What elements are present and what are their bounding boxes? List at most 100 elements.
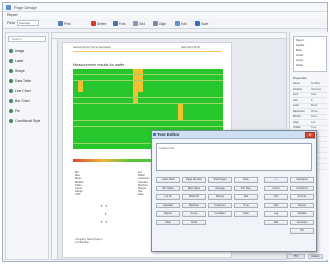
property-value[interactable]: Arial: [311, 93, 316, 96]
property-value[interactable]: 8: [311, 99, 312, 102]
property-value[interactable]: Absolute: [311, 88, 321, 91]
heatmap-cell: [113, 115, 118, 121]
list-item[interactable]: Footer: [296, 54, 304, 57]
list-item[interactable]: Body: [296, 49, 302, 52]
dialog-button[interactable]: Max Value: [182, 185, 206, 191]
report-title[interactable]: Measurement results for wafer: [73, 63, 124, 67]
dialog-button[interactable]: Constant: [290, 219, 314, 225]
dialog-button[interactable]: Variable: [290, 211, 314, 217]
dialog-button[interactable]: Functions: [290, 185, 314, 191]
dialog-button[interactable]: Clear: [156, 219, 180, 225]
property-row[interactable]: Align Left: [293, 121, 327, 126]
property-row[interactable]: Name TextBox: [293, 82, 327, 87]
sidebar-item-line-chart[interactable]: Line Chart: [9, 87, 31, 95]
sidebar-item-bar-chart[interactable]: Bar Chart: [9, 97, 30, 105]
menu-report[interactable]: Report: [7, 13, 18, 17]
property-row[interactable]: Position Absolute: [293, 88, 327, 93]
print-button[interactable]: Print: [58, 20, 71, 27]
section-list[interactable]: Report Header Body Footer Group Detail: [293, 36, 327, 72]
heatmap-cell: [183, 103, 188, 109]
list-item[interactable]: Header: [296, 44, 305, 47]
dialog-button[interactable]: Min Value: [156, 185, 180, 191]
stats-right-block[interactable]: Lot Wafer Customer Operator Machine Recipe Sit…: [138, 171, 149, 197]
heatmap-cell: [168, 92, 173, 98]
property-value[interactable]: True: [311, 126, 316, 129]
heatmap-cell: [203, 109, 208, 115]
list-item[interactable]: Detail: [296, 64, 303, 67]
heatmap-cell: [168, 103, 173, 109]
dialog-button[interactable]: Unit: [264, 194, 288, 200]
dialog-button[interactable]: + / -: [264, 177, 288, 183]
dialog-button[interactable]: Count: [264, 185, 288, 191]
editor-textarea[interactable]: Custom text: [156, 143, 312, 171]
dialog-button[interactable]: Wafer ID: [182, 194, 206, 200]
dialog-button[interactable]: Time: [234, 202, 258, 208]
heatmap-cell: [93, 115, 98, 121]
dialog-button[interactable]: Round: [290, 202, 314, 208]
dialog-button[interactable]: Customer: [208, 202, 232, 208]
dialog-button[interactable]: Group: [182, 211, 206, 217]
dialog-button[interactable]: Total Pages: [208, 177, 232, 183]
heatmap-cell: [178, 80, 183, 86]
stats-left-block[interactable]: Min Max Mean Median Stdev Count Range CPK: [75, 171, 84, 197]
edit-button[interactable]: Edit: [175, 20, 187, 27]
heatmap-cell: [148, 115, 153, 121]
dialog-button[interactable]: Recipe: [208, 194, 232, 200]
heatmap-cell: [138, 126, 143, 132]
heatmap-cell: [83, 120, 88, 126]
property-value[interactable]: Black: [311, 104, 317, 107]
property-row[interactable]: Font Arial: [293, 93, 327, 98]
sidebar-item-shape[interactable]: Shape: [9, 67, 25, 75]
font-button[interactable]: Font: [113, 20, 125, 27]
grid-button[interactable]: Grid: [133, 20, 145, 27]
property-value[interactable]: Left: [311, 121, 315, 124]
dialog-button[interactable]: Date: [234, 177, 258, 183]
dialog-button[interactable]: Format: [290, 194, 314, 200]
dialog-button[interactable]: Operator: [156, 202, 180, 208]
save-button[interactable]: Save: [195, 20, 208, 27]
sidebar-item-conditional-style[interactable]: Conditional Style: [9, 117, 40, 125]
sidebar-item-data-table[interactable]: Data Table: [9, 77, 31, 85]
sidebar-item-image[interactable]: Image: [9, 47, 24, 55]
sidebar-item-pie[interactable]: Pie: [9, 107, 20, 115]
list-item[interactable]: Report: [296, 39, 304, 42]
dialog-button[interactable]: Filter: [234, 211, 258, 217]
close-button[interactable]: ✕: [305, 132, 315, 138]
heatmap-cell: [208, 97, 213, 103]
dialog-button[interactable]: Condition: [208, 211, 232, 217]
mode-indicator[interactable]: Design: [308, 254, 323, 259]
dialog-button[interactable]: Operators: [290, 177, 314, 183]
dialog-button[interactable]: OK: [290, 228, 314, 234]
dialog-button[interactable]: Report: [156, 211, 180, 217]
dialog-button[interactable]: Page Number: [182, 177, 206, 183]
dialog-button[interactable]: Abs: [264, 219, 288, 225]
property-value[interactable]: TextBox: [311, 82, 320, 85]
dialog-button[interactable]: Undo: [182, 219, 206, 225]
heatmap-cell: [83, 92, 88, 98]
field-select[interactable]: Average: [17, 20, 39, 26]
dialog-button[interactable]: Site: [234, 194, 258, 200]
dialog-button[interactable]: Std. Dev.: [234, 185, 258, 191]
dialog-button[interactable]: Sqrt: [264, 202, 288, 208]
zoom-level[interactable]: 75%: [287, 254, 305, 259]
property-row[interactable]: Color Black: [293, 104, 327, 109]
heatmap-cell: [88, 109, 93, 115]
header-right-text: Date 2021-01-01: [181, 46, 201, 49]
property-row[interactable]: Border None: [293, 115, 327, 120]
dialog-button[interactable]: Insert Field: [156, 177, 180, 183]
property-value[interactable]: White: [311, 110, 318, 113]
delete-button[interactable]: Delete: [91, 20, 106, 27]
dialog-button[interactable]: Log: [264, 211, 288, 217]
property-row[interactable]: Size 8: [293, 99, 327, 104]
align-button[interactable]: Align: [153, 20, 166, 27]
sidebar-search-input[interactable]: Search: [8, 36, 46, 42]
sidebar-item-label[interactable]: Label: [9, 57, 23, 65]
list-item[interactable]: Group: [296, 59, 303, 62]
property-value[interactable]: None: [311, 115, 317, 118]
property-row[interactable]: BackColor White: [293, 110, 327, 115]
heatmap-cell: [143, 138, 148, 144]
dialog-title-bar[interactable]: Text Editor ✕: [152, 131, 316, 139]
dialog-button[interactable]: Average: [208, 185, 232, 191]
dialog-button[interactable]: Machine: [182, 202, 206, 208]
dialog-button[interactable]: Lot ID: [156, 194, 180, 200]
